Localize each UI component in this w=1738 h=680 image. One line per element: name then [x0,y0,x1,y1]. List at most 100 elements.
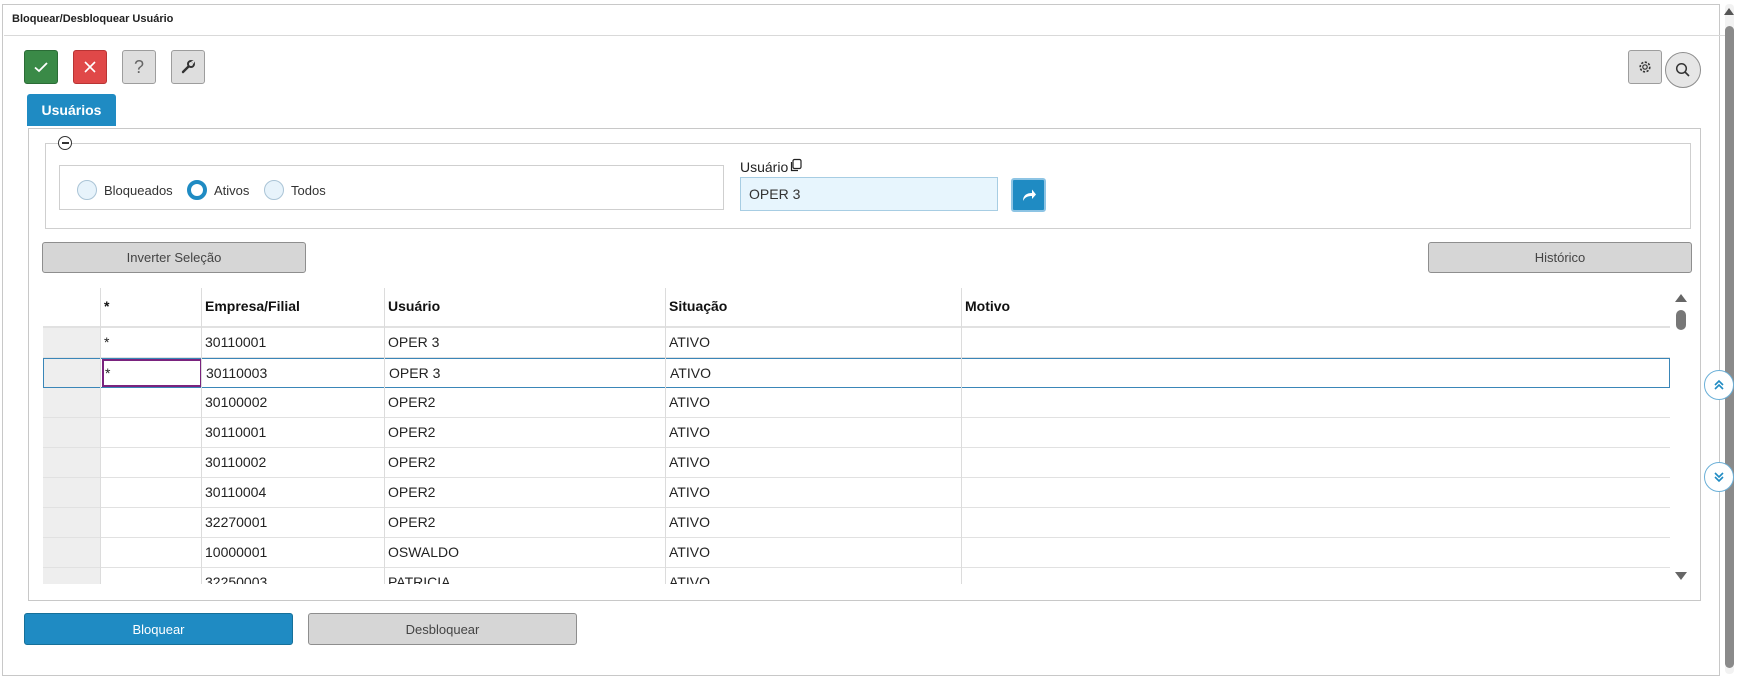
gear-icon [1639,61,1651,73]
col-header-empresa[interactable]: Empresa/Filial [205,298,300,314]
row-gutter[interactable] [43,448,100,477]
row-gutter[interactable] [43,418,100,447]
cell-usuario: OPER 3 [389,365,441,381]
help-button[interactable]: ? [122,50,156,84]
apply-filter-button[interactable] [1011,178,1046,212]
cell-empresa: 30110004 [205,484,267,500]
cell-situacao: ATIVO [669,544,710,560]
table-row[interactable]: 30100002 OPER2 ATIVO [43,388,1670,418]
invert-selection-button[interactable]: Inverter Seleção [42,242,306,273]
col-header-motivo[interactable]: Motivo [965,298,1010,314]
confirm-button[interactable] [24,50,58,84]
history-button[interactable]: Histórico [1428,242,1692,273]
cell-situacao: ATIVO [669,334,710,350]
cell-usuario: OSWALDO [388,544,460,560]
usuario-input[interactable] [740,177,998,211]
row-gutter[interactable] [43,388,100,417]
search-icon [1675,62,1690,77]
unblock-button[interactable]: Desbloquear [308,613,577,645]
row-gutter[interactable] [43,508,100,537]
radio-ativos[interactable]: Ativos [187,179,249,201]
cell-situacao: ATIVO [670,365,711,381]
row-gutter[interactable] [43,478,100,507]
cell-empresa: 10000001 [205,544,268,560]
table-row[interactable]: 30110001 OPER2 ATIVO [43,418,1670,448]
copy-icon[interactable] [789,158,803,172]
cell-situacao: ATIVO [669,574,710,584]
col-header-usuario[interactable]: Usuário [388,298,440,314]
cell-situacao: ATIVO [669,514,710,530]
scroll-bottom-button[interactable] [1704,462,1734,492]
cell-usuario: OPER2 [388,484,436,500]
radio-todos[interactable]: Todos [264,179,326,201]
cell-usuario: OPER2 [388,394,436,410]
page-scrollbar[interactable] [1723,4,1735,676]
cell-usuario: OPER2 [388,424,436,440]
users-grid: * Empresa/Filial Usuário Situação Motivo… [43,288,1670,584]
cell-empresa: 30110002 [205,454,267,470]
cell-situacao: ATIVO [669,484,710,500]
col-header-star[interactable]: * [104,298,109,314]
help-icon: ? [133,56,144,77]
table-row[interactable]: 30110002 OPER2 ATIVO [43,448,1670,478]
radio-circle[interactable] [187,180,207,200]
radio-label: Bloqueados [104,182,173,198]
cell-empresa: 30110001 [205,334,267,350]
row-gutter[interactable] [43,538,100,567]
scroll-down-icon[interactable] [1675,572,1687,580]
table-row-selected[interactable]: * 30110003 OPER 3 ATIVO [43,358,1670,388]
cell-star: * [104,334,110,350]
scroll-up-icon[interactable] [1724,8,1734,15]
table-row[interactable]: 32250003 PATRICIA ATIVO [43,568,1670,584]
collapse-icon[interactable] [58,136,72,150]
col-header-situacao[interactable]: Situação [669,298,727,314]
table-row[interactable]: 32270001 OPER2 ATIVO [43,508,1670,538]
cell-situacao: ATIVO [669,454,710,470]
window-title: Bloquear/Desbloquear Usuário [12,13,174,25]
scroll-thumb[interactable] [1725,26,1734,668]
cell-empresa: 30110001 [205,424,267,440]
cell-usuario: OPER2 [388,514,436,530]
usuario-field-label: Usuário [740,158,803,175]
double-chevron-down-icon [1714,472,1724,483]
tools-button[interactable] [171,50,205,84]
col-divider [384,288,385,584]
radio-label: Todos [291,182,326,198]
share-arrow-icon [1022,189,1036,201]
wrench-icon [181,60,195,74]
tab-usuarios[interactable]: Usuários [27,94,116,126]
cell-empresa: 32270001 [205,514,268,530]
row-gutter[interactable] [43,328,100,357]
usuario-label-text: Usuário [740,159,789,175]
table-row[interactable]: 10000001 OSWALDO ATIVO [43,538,1670,568]
col-divider [961,288,962,584]
cell-situacao: ATIVO [669,424,710,440]
focused-cell[interactable] [102,359,202,387]
scroll-top-button[interactable] [1704,370,1734,400]
check-icon [34,62,48,73]
block-button[interactable]: Bloquear [24,613,293,645]
row-gutter[interactable] [43,568,100,584]
cell-empresa: 32250003 [205,574,268,584]
col-divider [201,288,202,584]
close-icon [84,61,96,73]
radio-circle[interactable] [264,180,284,200]
scroll-thumb[interactable] [1676,310,1686,330]
cell-situacao: ATIVO [669,394,710,410]
table-row[interactable]: 30110004 OPER2 ATIVO [43,478,1670,508]
scroll-up-icon[interactable] [1675,294,1687,302]
cell-usuario: PATRICIA [388,574,451,584]
col-divider [100,288,101,584]
settings-button[interactable] [1628,50,1662,84]
cancel-button[interactable] [73,50,107,84]
radio-bloqueados[interactable]: Bloqueados [77,179,173,201]
cell-star: * [105,365,111,381]
search-button[interactable] [1665,52,1701,88]
table-row[interactable]: * 30110001 OPER 3 ATIVO [43,328,1670,358]
radio-circle[interactable] [77,180,97,200]
cell-empresa: 30110003 [206,365,268,381]
title-separator [4,35,1730,36]
grid-scrollbar[interactable] [1674,292,1688,582]
row-gutter[interactable] [44,359,101,387]
radio-label: Ativos [214,182,250,198]
